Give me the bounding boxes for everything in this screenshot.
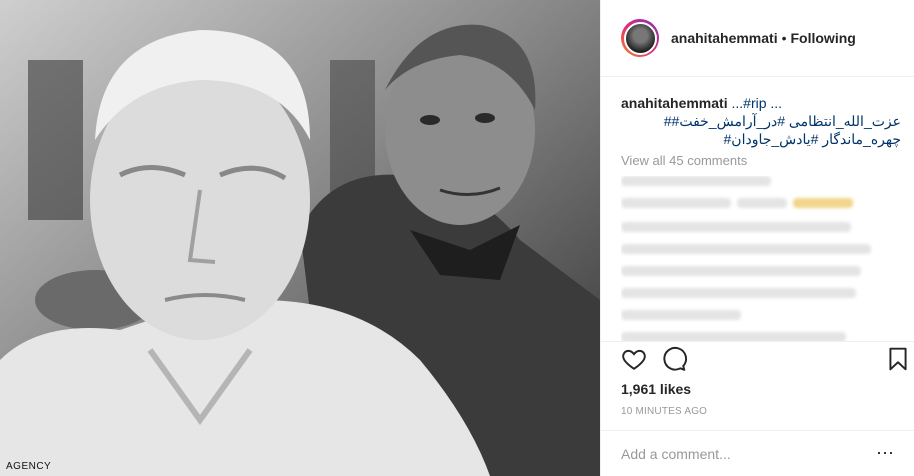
comments-list xyxy=(621,176,901,341)
blurred-comment xyxy=(621,244,871,254)
bookmark-icon[interactable] xyxy=(885,346,911,372)
caption-username[interactable]: anahitahemmati xyxy=(621,95,728,111)
caption: anahitahemmati ...#rip ... عزت_الله_انتظ… xyxy=(621,94,901,148)
comment-icon[interactable] xyxy=(661,346,687,372)
caption-first-line[interactable]: ...#rip ... xyxy=(731,95,782,111)
heart-icon[interactable] xyxy=(621,346,647,372)
blurred-comment xyxy=(621,288,856,298)
post-sidebar: anahitahemmati • Following anahitahemmat… xyxy=(600,0,914,476)
separator-dot: • xyxy=(781,30,787,46)
blurred-comment xyxy=(621,310,741,320)
photo-illustration xyxy=(0,0,600,476)
following-button[interactable]: Following xyxy=(791,30,856,46)
story-ring[interactable] xyxy=(621,19,659,57)
post-photo[interactable]: AGENCY xyxy=(0,0,600,476)
blurred-emoji xyxy=(793,198,853,208)
blurred-comment xyxy=(621,266,861,276)
blurred-comment xyxy=(621,222,851,232)
action-bar xyxy=(601,341,914,373)
like-count[interactable]: 1,961 likes xyxy=(621,381,691,397)
username-link[interactable]: anahitahemmati xyxy=(671,30,778,46)
view-all-comments-link[interactable]: View all 45 comments xyxy=(621,153,747,168)
add-comment-input[interactable] xyxy=(621,445,851,462)
blurred-comment xyxy=(621,198,731,208)
blurred-comment xyxy=(737,198,787,208)
photo-watermark: AGENCY xyxy=(6,461,52,472)
post-timestamp: 10 MINUTES AGO xyxy=(621,406,708,417)
more-options-icon[interactable]: ⋯ xyxy=(876,443,895,464)
post-header: anahitahemmati • Following xyxy=(601,0,914,77)
blurred-comment xyxy=(621,332,846,341)
caption-hashtags-1[interactable]: عزت_الله_انتظامی #در_آرامش_خفت## xyxy=(621,112,901,130)
avatar[interactable] xyxy=(623,21,657,55)
comment-composer: ⋯ xyxy=(601,430,914,476)
blurred-comment xyxy=(621,176,771,186)
caption-hashtags-2[interactable]: چهره_ماندگار #یادش_جاودان# xyxy=(621,130,901,148)
